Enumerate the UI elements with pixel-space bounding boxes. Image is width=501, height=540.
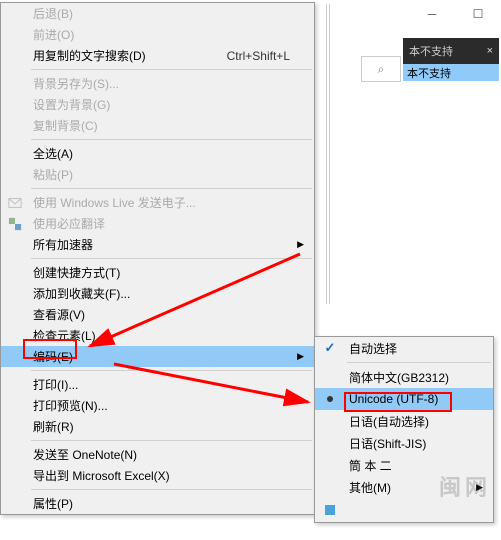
check-icon: ✓ — [325, 340, 336, 356]
menu-create-shortcut[interactable]: 创建快捷方式(T) — [1, 262, 314, 283]
watermark: 闽网 — [439, 470, 491, 502]
search-icon: ⌕ — [378, 62, 385, 77]
menu-windows-live[interactable]: 使用 Windows Live 发送电子... — [1, 192, 314, 213]
search-box[interactable]: ⌕ — [361, 56, 401, 82]
tab-label: 本不支持 — [409, 43, 453, 59]
menu-paste[interactable]: 粘贴(P) — [1, 164, 314, 185]
menu-all-accelerators[interactable]: 所有加速器▶ — [1, 234, 314, 255]
submenu-auto[interactable]: ✓ 自动选择 — [315, 337, 493, 359]
menu-add-favorites[interactable]: 添加到收藏夹(F)... — [1, 283, 314, 304]
translate-icon — [1, 213, 29, 234]
chevron-right-icon: ▶ — [297, 351, 304, 362]
menu-print[interactable]: 打印(I)... — [1, 374, 314, 395]
menu-send-onenote[interactable]: 发送至 OneNote(N) — [1, 444, 314, 465]
maximize-button[interactable]: ☐ — [455, 0, 501, 28]
context-menu: 后退(B) 前进(O) 用复制的文字搜索(D)Ctrl+Shift+L 背景另存… — [0, 2, 315, 515]
menu-properties[interactable]: 属性(P) — [1, 493, 314, 514]
menu-copy-bg[interactable]: 复制背景(C) — [1, 115, 314, 136]
menu-view-source[interactable]: 查看源(V) — [1, 304, 314, 325]
submenu-shift-jis[interactable]: 日语(Shift-JIS) — [315, 432, 493, 454]
menu-inspect[interactable]: 检查元素(L) — [1, 325, 314, 346]
menu-bing-translate[interactable]: 使用必应翻译 — [1, 213, 314, 234]
close-icon[interactable]: × — [487, 45, 493, 57]
menu-paste-search[interactable]: 用复制的文字搜索(D)Ctrl+Shift+L — [1, 45, 314, 66]
chevron-right-icon: ▶ — [297, 239, 304, 250]
mail-icon — [1, 192, 29, 213]
menu-refresh[interactable]: 刷新(R) — [1, 416, 314, 437]
submenu-jp-auto[interactable]: 日语(自动选择) — [315, 410, 493, 432]
minimize-button[interactable]: ─ — [409, 0, 455, 28]
menu-save-bg-as[interactable]: 背景另存为(S)... — [1, 73, 314, 94]
editor-tab[interactable]: 本不支持 × — [403, 38, 499, 64]
submenu-gb2312[interactable]: 简体中文(GB2312) — [315, 366, 493, 388]
menu-set-as-bg[interactable]: 设置为背景(G) — [1, 94, 314, 115]
content-banner: 本不支持 — [403, 64, 499, 81]
menu-print-preview[interactable]: 打印预览(N)... — [1, 395, 314, 416]
square-icon — [325, 505, 335, 515]
menu-export-excel[interactable]: 导出到 Microsoft Excel(X) — [1, 465, 314, 486]
menu-encoding[interactable]: 编码(E)▶ — [1, 346, 314, 367]
menu-back[interactable]: 后退(B) — [1, 3, 314, 24]
menu-select-all[interactable]: 全选(A) — [1, 143, 314, 164]
submenu-utf8[interactable]: Unicode (UTF-8) — [315, 388, 493, 410]
bullet-icon — [327, 396, 333, 402]
menu-forward[interactable]: 前进(O) — [1, 24, 314, 45]
